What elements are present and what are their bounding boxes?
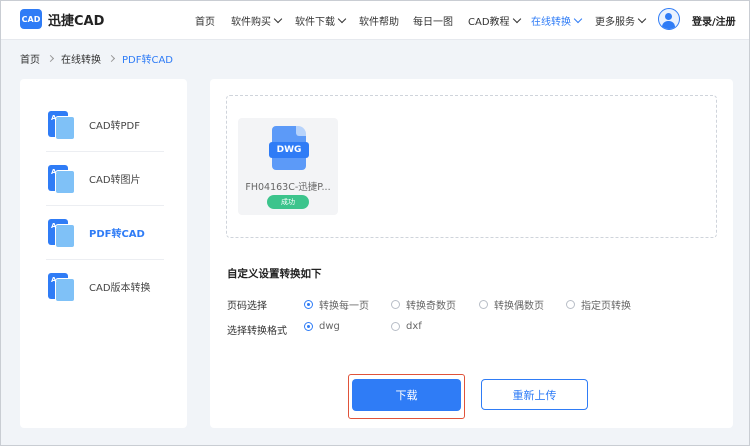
sidebar-item-cad-to-pdf[interactable]: A CAD转PDF	[46, 98, 164, 151]
dwg-file-icon: DWG	[269, 126, 309, 170]
sidebar-item-pdf-to-cad[interactable]: A PDF转CAD	[46, 206, 164, 259]
brand-logo[interactable]: CAD 迅捷CAD	[20, 9, 104, 29]
chevron-down-icon	[512, 14, 521, 24]
top-header: CAD 迅捷CAD 首页 软件购买 软件下载 软件帮助 每日一图 CAD教程 在…	[1, 1, 749, 40]
sidebar-item-label: CAD转PDF	[89, 121, 141, 132]
file-name: FH04163C-迅捷P...	[245, 182, 331, 193]
nav-item-software-download[interactable]: 软件下载	[295, 13, 347, 28]
status-badge: 成功	[267, 195, 309, 209]
chevron-down-icon	[273, 14, 283, 24]
radio-unselected-icon	[566, 300, 575, 309]
breadcrumb-home[interactable]: 首页	[20, 51, 40, 66]
radio-unselected-icon	[391, 322, 400, 331]
sidebar-item-label: CAD版本转换	[89, 283, 151, 294]
sidebar-item-cad-version-convert[interactable]: A CAD版本转换	[46, 260, 164, 313]
reupload-button[interactable]: 重新上传	[481, 379, 588, 410]
file-card[interactable]: DWG FH04163C-迅捷P... 成功	[238, 118, 338, 215]
radio-format-dwg[interactable]: dwg	[304, 321, 340, 332]
download-button[interactable]: 下载	[352, 379, 461, 411]
upload-dropzone[interactable]: DWG FH04163C-迅捷P... 成功	[226, 95, 717, 238]
radio-convert-odd-pages[interactable]: 转换奇数页	[391, 297, 456, 312]
breadcrumb-current: PDF转CAD	[122, 55, 174, 66]
chevron-down-icon	[337, 14, 347, 24]
chevron-down-icon	[573, 14, 583, 24]
nav-item-home[interactable]: 首页	[195, 13, 215, 28]
cad-to-pdf-icon: A	[46, 110, 75, 140]
nav-item-online-convert[interactable]: 在线转换	[531, 13, 583, 28]
settings-title: 自定义设置转换如下	[227, 268, 322, 280]
file-type-label: DWG	[269, 142, 309, 158]
pdf-to-cad-icon: A	[46, 218, 75, 248]
radio-selected-icon	[304, 322, 313, 331]
page-select-label: 页码选择	[227, 301, 267, 312]
chevron-right-icon	[46, 54, 55, 63]
sidebar-item-label: PDF转CAD	[89, 229, 145, 240]
cad-to-image-icon: A	[46, 164, 75, 194]
logo-badge-icon: CAD	[20, 9, 42, 29]
nav-item-software-purchase[interactable]: 软件购买	[231, 13, 283, 28]
radio-convert-every-page[interactable]: 转换每一页	[304, 297, 369, 312]
user-avatar-icon[interactable]	[658, 8, 680, 30]
chevron-down-icon	[637, 14, 647, 24]
radio-convert-even-pages[interactable]: 转换偶数页	[479, 297, 544, 312]
brand-name: 迅捷CAD	[48, 13, 105, 29]
nav-item-software-help[interactable]: 软件帮助	[359, 13, 399, 28]
sidebar-item-cad-to-image[interactable]: A CAD转图片	[46, 152, 164, 205]
breadcrumb-online-convert[interactable]: 在线转换	[61, 51, 101, 66]
nav-item-daily-drawing[interactable]: 每日一图	[413, 13, 453, 28]
radio-format-dxf[interactable]: dxf	[391, 321, 422, 332]
sidebar: A CAD转PDF A CAD转图片 A PDF转CAD A CAD版本转换	[20, 79, 187, 428]
radio-unselected-icon	[391, 300, 400, 309]
chevron-right-icon	[107, 54, 116, 63]
format-select-label: 选择转换格式	[227, 326, 287, 337]
main-panel: DWG FH04163C-迅捷P... 成功 自定义设置转换如下 页码选择 转换…	[210, 79, 733, 428]
login-register-link[interactable]: 登录/注册	[692, 13, 736, 28]
cad-version-convert-icon: A	[46, 272, 75, 302]
radio-convert-specified-pages[interactable]: 指定页转换	[566, 297, 631, 312]
radio-unselected-icon	[479, 300, 488, 309]
nav-item-more-services[interactable]: 更多服务	[595, 13, 647, 28]
breadcrumb: 首页 在线转换 PDF转CAD	[20, 51, 173, 66]
nav-item-cad-tutorial[interactable]: CAD教程	[468, 13, 521, 28]
sidebar-item-label: CAD转图片	[89, 175, 141, 186]
radio-selected-icon	[304, 300, 313, 309]
